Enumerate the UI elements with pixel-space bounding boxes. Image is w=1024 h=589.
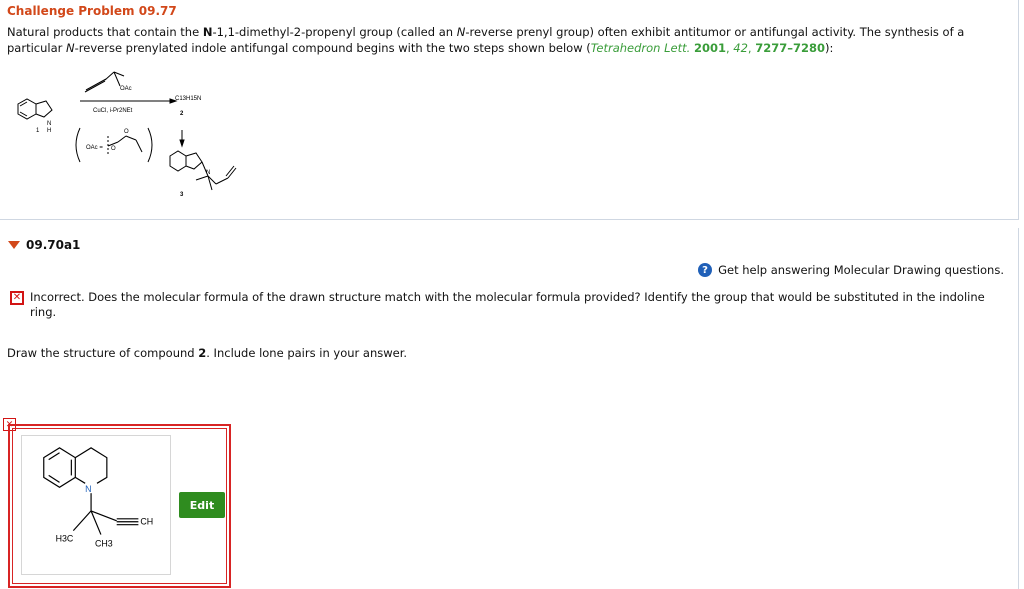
product-formula: C13H15N xyxy=(175,96,201,102)
oac-def: OAc = xyxy=(86,145,103,151)
x-mark-icon: ✕ xyxy=(10,291,24,305)
scheme-n: N xyxy=(47,121,51,127)
help-text[interactable]: Get help answering Molecular Drawing que… xyxy=(718,263,1004,277)
part-toggle[interactable]: 09.70a1 xyxy=(8,238,80,252)
atom-ch: CH xyxy=(140,517,153,527)
reagent-conditions: CuCl, i-Pr2NEt xyxy=(93,108,133,114)
atom-n: N xyxy=(85,484,91,494)
atom-h3c: H3C xyxy=(56,533,74,543)
scheme-n3: N xyxy=(206,170,210,176)
atom-ch3: CH3 xyxy=(95,538,113,548)
reaction-scheme: N H 1 OAc CuCl, i-Pr2NEt C13H15N 2 OAc =… xyxy=(17,71,237,198)
question-panel: 09.70a1 ? Get help answering Molecular D… xyxy=(0,228,1019,589)
o-side: O xyxy=(111,146,116,152)
label-2: 2 xyxy=(180,111,184,117)
label-1: 1 xyxy=(36,128,40,134)
help-link[interactable]: ? Get help answering Molecular Drawing q… xyxy=(698,263,1004,277)
label-3: 3 xyxy=(180,192,184,198)
question-icon[interactable]: ? xyxy=(698,263,713,277)
problem-title: Challenge Problem 09.77 xyxy=(7,4,177,18)
problem-panel: Challenge Problem 09.77 Natural products… xyxy=(0,0,1019,220)
question-prompt: Draw the structure of compound 2. Includ… xyxy=(7,346,408,360)
benzene-ring-drawn xyxy=(43,447,76,488)
collapse-triangle-icon[interactable] xyxy=(8,241,20,249)
edit-button[interactable]: Edit xyxy=(179,492,225,518)
scheme-h: H xyxy=(47,128,51,134)
answer-area: N CH H3C CH3 Edit xyxy=(8,424,231,588)
citation[interactable]: Tetrahedron Lett. 2001, 42, 7277–7280 xyxy=(591,41,825,55)
reagent-oac: OAc xyxy=(120,86,132,92)
o-top: O xyxy=(124,129,129,135)
part-label: 09.70a1 xyxy=(26,238,81,252)
answer-inner: N CH H3C CH3 Edit xyxy=(12,428,227,584)
problem-intro: Natural products that contain the N-1,1-… xyxy=(7,25,965,55)
feedback-message: ✕ Incorrect. Does the molecular formula … xyxy=(10,290,1000,320)
feedback-text: Incorrect. Does the molecular formula of… xyxy=(30,290,985,319)
molecule-drawing[interactable]: N CH H3C CH3 xyxy=(21,435,171,575)
